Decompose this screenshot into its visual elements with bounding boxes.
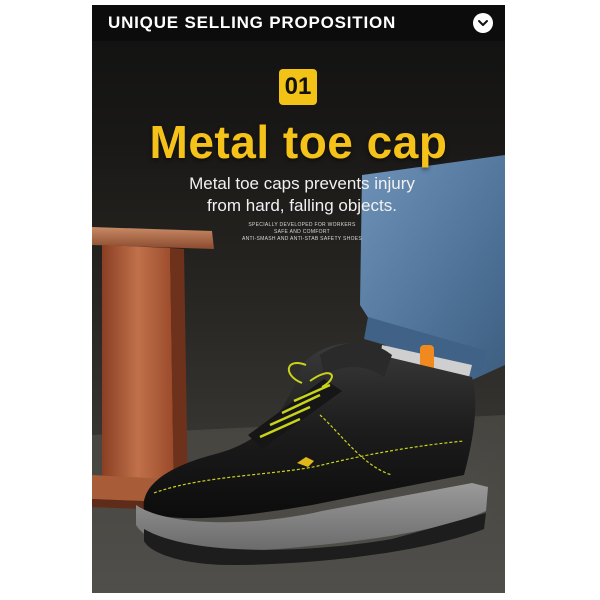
feature-number: 01: [284, 73, 312, 100]
feature-number-badge: 01: [279, 69, 317, 105]
product-poster: UNIQUE SELLING PROPOSITION 01 Metal toe …: [92, 5, 505, 593]
header-title: UNIQUE SELLING PROPOSITION: [108, 13, 397, 32]
fine-print-line-2: SAFE AND COMFORT: [273, 229, 331, 235]
chevron-down-icon: [478, 20, 488, 26]
feature-description-line-1: Metal toe caps prevents injury: [189, 174, 415, 193]
fine-print: SPECIALLY DEVELOPED FOR WORKERS SAFE AND…: [222, 222, 382, 243]
header-bar: UNIQUE SELLING PROPOSITION: [92, 5, 505, 41]
feature-headline: Metal toe cap: [149, 116, 448, 168]
fine-print-line-1: SPECIALLY DEVELOPED FOR WORKERS: [248, 222, 356, 228]
collapse-button[interactable]: [473, 13, 493, 33]
fine-print-line-3: ANTI-SMASH AND ANTI-STAB SAFETY SHOES: [241, 236, 363, 242]
feature-description-line-2: from hard, falling objects.: [207, 196, 397, 215]
feature-description: Metal toe caps prevents injury from hard…: [172, 173, 432, 217]
